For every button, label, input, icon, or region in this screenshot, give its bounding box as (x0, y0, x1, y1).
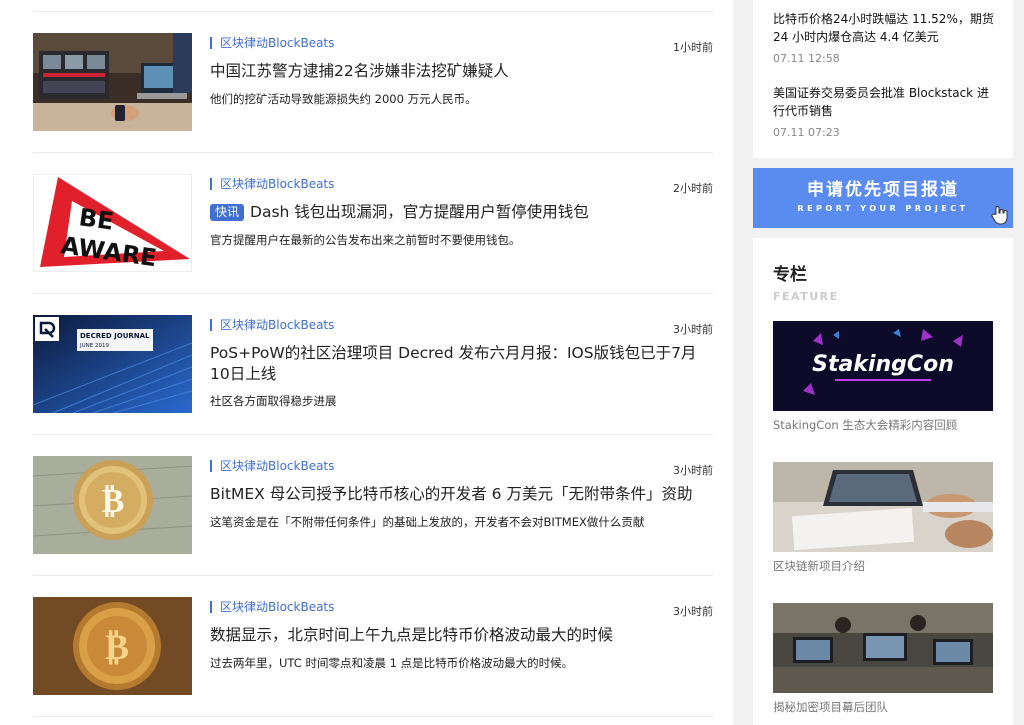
sidebar-news-list: 比特币价格24小时跌幅达 11.52%，期货 24 小时内爆仓高达 4.4 亿美… (753, 0, 1013, 158)
feature-caption[interactable]: 区块链新项目介绍 (773, 558, 993, 574)
feature-item[interactable]: 区块链新项目介绍 (773, 462, 993, 574)
article-time: 3小时前 (673, 464, 713, 477)
article-time: 3小时前 (673, 323, 713, 336)
article-item[interactable]: DECRED JOURNAL JUNE 2019 区块律动BlockBeats … (33, 294, 713, 435)
article-source[interactable]: 区块律动BlockBeats (210, 601, 334, 613)
feature-item[interactable]: 揭秘加密项目幕后团队 (773, 603, 993, 715)
hand-pointer-icon (991, 206, 1008, 225)
sidebar-news-item[interactable]: 美国证券交易委员会批准 Blockstack 进行代币销售 07.11 07:2… (773, 84, 995, 139)
report-project-banner[interactable]: 申请优先项目报道 REPORT YOUR PROJECT (753, 168, 1013, 228)
feature-column: 专栏 FEATURE StakingCon StakingCon 生态大会精彩内… (753, 238, 1013, 725)
article-title[interactable]: BitMEX 母公司授予比特币核心的开发者 6 万美元「无附带条件」资助 (210, 484, 712, 505)
sidebar-news-title[interactable]: 美国证券交易委员会批准 Blockstack 进行代币销售 (773, 84, 995, 120)
article-item[interactable]: 区块律动BlockBeats 1小时前 中国江苏警方逮捕22名涉嫌非法挖矿嫌疑人… (33, 12, 713, 153)
svg-text:₿: ₿ (102, 481, 125, 521)
feature-caption[interactable]: StakingCon 生态大会精彩内容回顾 (773, 417, 993, 433)
article-thumbnail-decred[interactable]: DECRED JOURNAL JUNE 2019 (33, 315, 192, 413)
stakingcon-logo-text: StakingCon (812, 352, 954, 377)
decred-date-text: JUNE 2019 (79, 343, 109, 349)
flash-badge: 快讯 (210, 204, 245, 221)
article-source[interactable]: 区块律动BlockBeats (210, 460, 334, 472)
article-title-text[interactable]: PoS+PoW的社区治理项目 Decred 发布六月月报：IOS版钱包已于7月1… (210, 344, 696, 383)
article-thumbnail-mining-rig[interactable] (33, 33, 192, 131)
feature-item[interactable]: StakingCon StakingCon 生态大会精彩内容回顾 (773, 321, 993, 433)
article-title[interactable]: 中国江苏警方逮捕22名涉嫌非法挖矿嫌疑人 (210, 61, 712, 82)
article-thumbnail-bitcoin-coin[interactable]: ₿ (33, 597, 192, 695)
article-source[interactable]: 区块律动BlockBeats (210, 37, 334, 49)
article-title-text[interactable]: Dash 钱包出现漏洞，官方提醒用户暂停使用钱包 (250, 203, 589, 221)
beware-text-be: BE (77, 203, 115, 236)
banner-title: 申请优先项目报道 (807, 180, 959, 200)
article-time: 3小时前 (673, 605, 713, 618)
article-source[interactable]: 区块律动BlockBeats (210, 178, 334, 190)
article-title[interactable]: PoS+PoW的社区治理项目 Decred 发布六月月报：IOS版钱包已于7月1… (210, 343, 712, 385)
feature-image-laptop-meeting[interactable] (773, 462, 993, 552)
article-source[interactable]: 区块律动BlockBeats (210, 319, 334, 331)
sidebar-news-title[interactable]: 比特币价格24小时跌幅达 11.52%，期货 24 小时内爆仓高达 4.4 亿美… (773, 10, 995, 46)
article-summary: 他们的挖矿活动导致能源损失约 2000 万元人民币。 (210, 92, 477, 106)
article-summary: 过去两年里，UTC 时间零点和凌晨 1 点是比特币价格波动最大的时候。 (210, 656, 574, 670)
article-summary: 这笔资金是在「不附带任何条件」的基础上发放的，开发者不会对BITMEX做什么贡献 (210, 515, 645, 529)
article-title[interactable]: 快讯 Dash 钱包出现漏洞，官方提醒用户暂停使用钱包 (210, 202, 712, 223)
article-thumbnail-bitcoin-dollars[interactable]: ₿ (33, 456, 192, 554)
article-item[interactable]: ₿ 区块律动BlockBeats 3小时前 BitMEX 母公司授予比特币核心的… (33, 435, 713, 576)
column-subtitle: FEATURE (773, 290, 839, 303)
sidebar-news-date: 07.11 12:58 (773, 52, 840, 65)
article-title[interactable]: 数据显示，北京时间上午九点是比特币价格波动最大的时候 (210, 625, 712, 646)
sidebar-news-date: 07.11 07:23 (773, 126, 840, 139)
news-feed: 区块律动BlockBeats 1小时前 中国江苏警方逮捕22名涉嫌非法挖矿嫌疑人… (0, 0, 733, 725)
article-time: 1小时前 (673, 41, 713, 54)
article-time: 2小时前 (673, 182, 713, 195)
svg-text:₿: ₿ (105, 627, 129, 668)
decred-journal-text: DECRED JOURNAL (80, 332, 150, 340)
article-title-text[interactable]: 中国江苏警方逮捕22名涉嫌非法挖矿嫌疑人 (210, 62, 509, 80)
article-title-text[interactable]: 数据显示，北京时间上午九点是比特币价格波动最大的时候 (210, 626, 613, 644)
feature-image-stakingcon[interactable]: StakingCon (773, 321, 993, 411)
banner-subtitle: REPORT YOUR PROJECT (797, 204, 969, 213)
article-title-text[interactable]: BitMEX 母公司授予比特币核心的开发者 6 万美元「无附带条件」资助 (210, 485, 692, 503)
feature-caption[interactable]: 揭秘加密项目幕后团队 (773, 699, 993, 715)
article-thumbnail-beware[interactable]: BE AWARE (33, 174, 192, 272)
article-summary: 官方提醒用户在最新的公告发布出来之前暂时不要使用钱包。 (210, 233, 521, 247)
article-item[interactable]: BE AWARE 区块律动BlockBeats 2小时前 快讯 Dash 钱包出现… (33, 153, 713, 294)
sidebar-news-item[interactable]: 比特币价格24小时跌幅达 11.52%，期货 24 小时内爆仓高达 4.4 亿美… (773, 10, 995, 65)
column-title: 专栏 (773, 265, 807, 285)
article-item[interactable]: ₿ 区块律动BlockBeats 3小时前 数据显示，北京时间上午九点是比特币价… (33, 576, 713, 717)
article-summary: 社区各方面取得稳步进展 (210, 394, 337, 408)
feature-image-team-workspace[interactable] (773, 603, 993, 693)
